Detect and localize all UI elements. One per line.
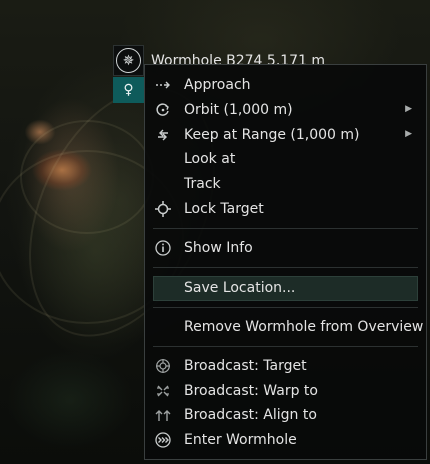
enter-wormhole-icon (155, 432, 171, 448)
info-icon (155, 240, 171, 256)
keep-at-range-icon (155, 127, 171, 143)
menu-item-save-location[interactable]: Save Location... (145, 276, 426, 301)
menu-separator (153, 228, 418, 229)
menu-item-lock-target[interactable]: Lock Target (145, 197, 426, 222)
menu-item-label: Broadcast: Warp to (184, 383, 318, 399)
broadcast-warp-icon (155, 383, 171, 399)
target-label: Wormhole B274 5,171 m (151, 53, 326, 64)
menu-item-label: Keep at Range (1,000 m) (184, 127, 360, 143)
menu-item-label: Lock Target (184, 201, 264, 217)
menu-item-broadcast-align[interactable]: Broadcast: Align to (145, 403, 426, 428)
wormhole-icon: ✵ (116, 48, 141, 73)
wormhole-bracket-icon[interactable]: ✵ (113, 45, 144, 76)
menu-item-label: Approach (184, 77, 251, 93)
broadcast-align-icon (155, 407, 171, 423)
person-icon[interactable]: ♀ (113, 77, 144, 103)
menu-item-remove-from-overview[interactable]: Remove Wormhole from Overview (145, 315, 426, 340)
menu-separator (153, 307, 418, 308)
menu-item-look-at[interactable]: Look at (145, 147, 426, 172)
menu-item-label: Broadcast: Align to (184, 407, 317, 423)
menu-item-track[interactable]: Track (145, 172, 426, 197)
menu-item-label: Enter Wormhole (184, 432, 297, 448)
menu-separator (153, 267, 418, 268)
approach-icon (155, 77, 171, 93)
menu-item-show-info[interactable]: Show Info (145, 236, 426, 261)
menu-separator (153, 346, 418, 347)
orbit-icon (155, 102, 171, 118)
menu-item-broadcast-target[interactable]: Broadcast: Target (145, 354, 426, 379)
menu-item-broadcast-warp[interactable]: Broadcast: Warp to (145, 379, 426, 404)
menu-item-label: Broadcast: Target (184, 358, 307, 374)
crosshair-icon (155, 201, 171, 217)
menu-item-enter-wormhole[interactable]: Enter Wormhole (145, 428, 426, 453)
submenu-arrow-icon: ▶ (405, 129, 412, 139)
menu-item-label: Show Info (184, 240, 253, 256)
broadcast-target-icon (155, 358, 171, 374)
context-menu: Approach Orbit (1,000 m) ▶ Keep at Range… (144, 64, 427, 460)
menu-item-label: Look at (184, 151, 236, 167)
menu-item-keep-at-range[interactable]: Keep at Range (1,000 m) ▶ (145, 123, 426, 148)
menu-item-label: Track (184, 176, 221, 192)
menu-item-approach[interactable]: Approach (145, 73, 426, 98)
menu-item-label: Save Location... (184, 280, 296, 296)
menu-item-orbit[interactable]: Orbit (1,000 m) ▶ (145, 98, 426, 123)
menu-item-label: Orbit (1,000 m) (184, 102, 293, 118)
menu-item-label: Remove Wormhole from Overview (184, 319, 424, 335)
submenu-arrow-icon: ▶ (405, 104, 412, 114)
